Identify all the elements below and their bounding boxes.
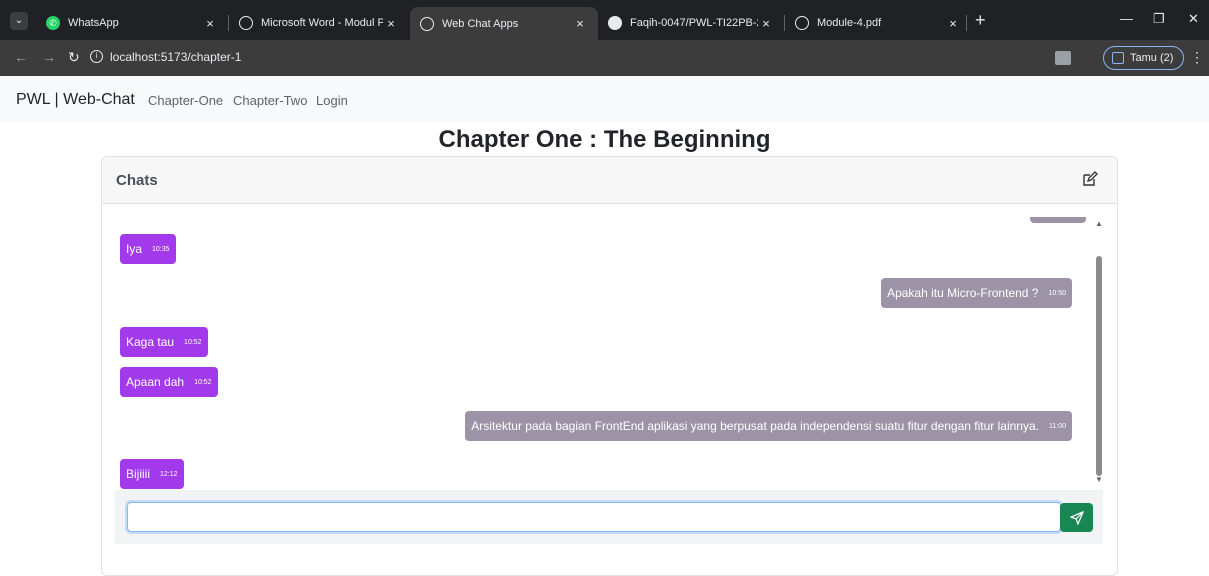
globe-icon: [239, 16, 253, 30]
minimize-icon[interactable]: —: [1120, 11, 1133, 26]
scroll-up-arrow-icon[interactable]: ▲: [1095, 219, 1103, 228]
tab-title: Module-4.pdf: [817, 17, 882, 29]
message-input[interactable]: [127, 502, 1061, 532]
tab-title: WhatsApp: [68, 17, 119, 29]
close-window-icon[interactable]: ✕: [1188, 11, 1199, 27]
app-navbar: PWL | Web-Chat Chapter-One Chapter-Two L…: [0, 76, 1209, 122]
scroll-down-arrow-icon[interactable]: ▼: [1095, 475, 1103, 484]
back-icon[interactable]: ←: [14, 49, 28, 65]
tab-title: Microsoft Word - Modul Praktik: [261, 17, 383, 29]
profile-button[interactable]: Tamu (2): [1103, 46, 1185, 70]
tab-module-pdf[interactable]: Module-4.pdf ×: [785, 9, 971, 37]
message-bubble: Iya 10:35: [120, 234, 176, 264]
chat-card: Chats Iya 10:35 Apakah itu Micro-Fronten…: [101, 156, 1118, 576]
send-button[interactable]: [1060, 503, 1093, 532]
close-tab-icon[interactable]: ×: [572, 16, 588, 31]
close-tab-icon[interactable]: ×: [383, 16, 399, 31]
page-title: Chapter One : The Beginning: [438, 126, 771, 153]
message-time: 10:52: [184, 338, 202, 346]
message-bubble: Apaan dah 10:52: [120, 367, 218, 397]
profile-icon: [1112, 52, 1124, 64]
message-time: 11:00: [1049, 422, 1066, 430]
tab-word[interactable]: Microsoft Word - Modul Praktik ×: [229, 9, 409, 37]
reload-icon[interactable]: ↻: [68, 49, 80, 66]
tab-separator: [966, 15, 967, 31]
message-scrollbar[interactable]: ▲ ▼: [1094, 215, 1104, 487]
message-text: Apakah itu Micro-Frontend ?: [887, 286, 1039, 300]
message-time: 10:50: [1048, 289, 1066, 297]
message-text: Kaga tau: [126, 335, 175, 349]
message-time: 10:52: [194, 378, 212, 386]
forward-icon[interactable]: →: [42, 49, 56, 65]
message-time: 12:12: [160, 470, 178, 478]
site-info-icon[interactable]: i: [90, 50, 103, 63]
message-bubble: Kaga tau 10:52: [120, 327, 208, 357]
whatsapp-icon: ✆: [46, 16, 60, 30]
tab-title: Faqih-0047/PWL-TI22PB-22231: [630, 17, 758, 29]
message-bubble-partial: [1030, 217, 1086, 223]
chats-title: Chats: [116, 172, 158, 189]
browser-tab-strip: ⌄ ✆ WhatsApp × Microsoft Word - Modul Pr…: [0, 0, 1209, 40]
chat-card-header: Chats: [102, 157, 1117, 204]
close-tab-icon[interactable]: ×: [945, 16, 961, 31]
translate-icon[interactable]: [1055, 51, 1071, 65]
message-bubble: Apakah itu Micro-Frontend ? 10:50: [881, 278, 1072, 308]
nav-chapter-one[interactable]: Chapter-One: [148, 93, 223, 108]
close-tab-icon[interactable]: ×: [202, 16, 218, 31]
tab-title: Web Chat Apps: [442, 17, 519, 30]
message-composer: [115, 490, 1103, 544]
github-icon: [608, 16, 622, 30]
browser-menu-icon[interactable]: ⋮: [1190, 49, 1204, 66]
brand-link[interactable]: PWL | Web-Chat: [16, 91, 135, 109]
tab-web-chat-apps[interactable]: Web Chat Apps ×: [410, 7, 598, 40]
message-text: Bijiiii: [126, 467, 150, 481]
address-bar[interactable]: localhost:5173/chapter-1: [110, 50, 241, 64]
tab-search-chevron-icon[interactable]: ⌄: [10, 12, 28, 30]
globe-icon: [795, 16, 809, 30]
nav-login[interactable]: Login: [316, 93, 348, 108]
message-text: Iya: [126, 242, 143, 256]
nav-chapter-two[interactable]: Chapter-Two: [233, 93, 307, 108]
message-list[interactable]: Iya 10:35 Apakah itu Micro-Frontend ? 10…: [102, 205, 1102, 489]
message-text: Apaan dah: [126, 375, 185, 389]
browser-toolbar: ← → ↻ i localhost:5173/chapter-1 Tamu (2…: [0, 40, 1209, 76]
scrollbar-thumb[interactable]: [1096, 256, 1102, 476]
tab-whatsapp[interactable]: ✆ WhatsApp ×: [36, 9, 228, 37]
message-time: 10:35: [152, 245, 170, 253]
message-bubble: Bijiiii 12:12: [120, 459, 184, 489]
message-bubble: Arsitektur pada bagian FrontEnd aplikasi…: [465, 411, 1072, 441]
compose-icon[interactable]: [1082, 171, 1098, 187]
restore-icon[interactable]: ❐: [1153, 11, 1165, 27]
profile-label: Tamu (2): [1130, 52, 1174, 64]
close-tab-icon[interactable]: ×: [758, 16, 774, 31]
new-tab-icon[interactable]: +: [975, 10, 986, 31]
message-text: Arsitektur pada bagian FrontEnd aplikasi…: [471, 419, 1039, 433]
globe-icon: [420, 16, 434, 31]
tab-github[interactable]: Faqih-0047/PWL-TI22PB-22231 ×: [598, 9, 784, 37]
send-icon: [1069, 510, 1084, 525]
